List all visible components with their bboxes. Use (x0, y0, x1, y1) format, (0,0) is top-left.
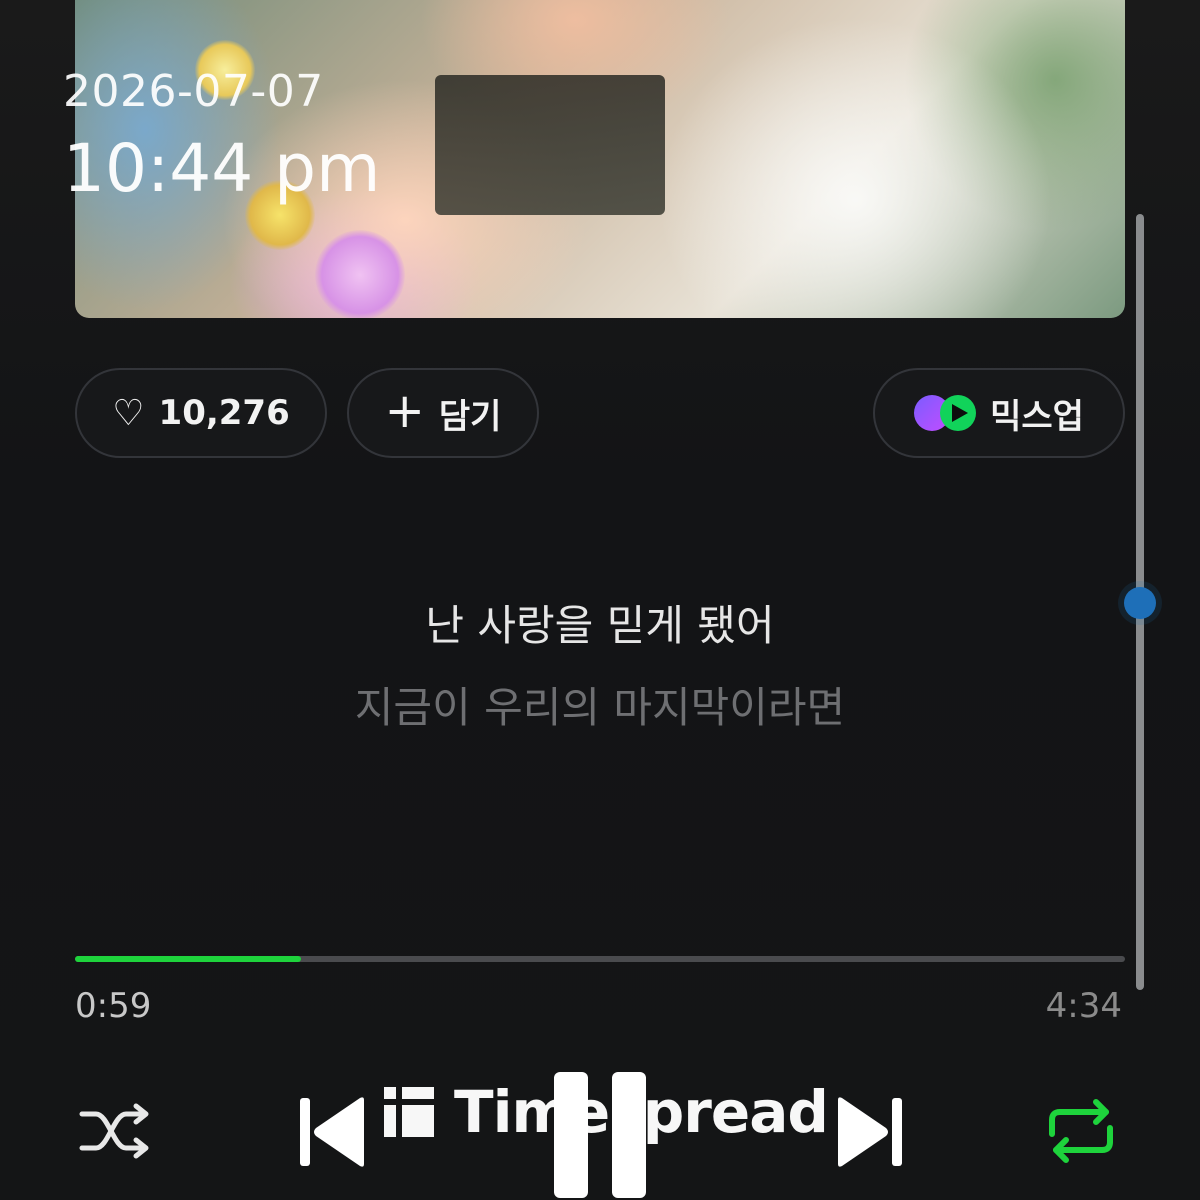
lyric-current[interactable]: 난 사랑을 믿게 됐어 (0, 592, 1200, 653)
skip-next-icon[interactable] (834, 1094, 904, 1170)
album-art-detail (435, 75, 665, 215)
add-button[interactable]: + 담기 (347, 368, 539, 458)
watermark: Timespread (384, 1078, 829, 1146)
mixup-icon (914, 395, 977, 431)
like-button[interactable]: ♡ 10,276 (75, 368, 327, 458)
progress-bar[interactable] (75, 956, 1125, 962)
repeat-icon[interactable] (1044, 1096, 1118, 1166)
status-time: 10:44 pm (63, 130, 381, 207)
album-art-flower (315, 230, 405, 318)
lyric-next[interactable]: 지금이 우리의 마지막이라면 (0, 674, 1200, 735)
skip-previous-icon[interactable] (298, 1094, 368, 1170)
mixup-label: 믹스업 (990, 396, 1084, 437)
elapsed-time: 0:59 (75, 986, 152, 1026)
heart-icon: ♡ (112, 392, 145, 434)
progress-fill (75, 956, 301, 962)
status-date: 2026-07-07 (63, 66, 324, 117)
watermark-logo-icon (384, 1087, 434, 1137)
like-count: 10,276 (158, 393, 290, 433)
add-label: 담기 (438, 396, 502, 437)
mixup-button[interactable]: 믹스업 (873, 368, 1125, 458)
watermark-text: Timespread (454, 1078, 829, 1146)
total-duration: 4:34 (1045, 986, 1122, 1026)
plus-icon: + (384, 383, 425, 439)
shuffle-icon[interactable] (78, 1098, 154, 1164)
